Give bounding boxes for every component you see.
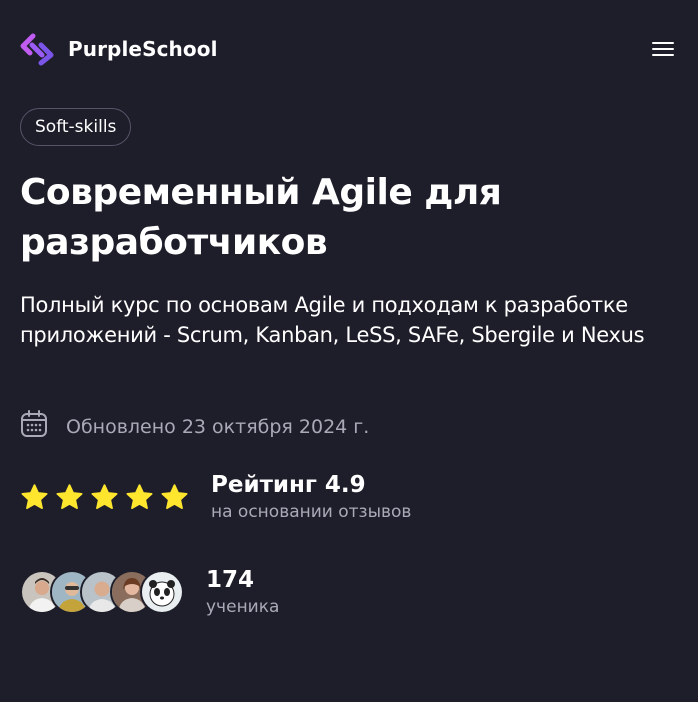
students-block: 174 ученика [20, 565, 279, 619]
purple-school-logo-icon [20, 32, 54, 66]
rating-value: Рейтинг 4.9 [211, 472, 366, 498]
hamburger-menu-icon[interactable] [652, 36, 678, 62]
student-avatars [20, 570, 184, 614]
students-label: ученика [206, 597, 280, 617]
brand-link[interactable]: PurpleSchool [20, 32, 218, 66]
calendar-icon [20, 410, 48, 443]
star-icon [55, 483, 84, 512]
star-icon [125, 483, 154, 512]
brand-name: PurpleSchool [68, 37, 218, 61]
updated-date: Обновлено 23 октября 2024 г. [66, 415, 370, 438]
updated-info: Обновлено 23 октября 2024 г. [20, 410, 369, 443]
rating-text: Рейтинг 4.9 на основании отзывов [211, 470, 411, 524]
star-icon [20, 483, 49, 512]
star-icon [90, 483, 119, 512]
course-subtitle: Полный курс по основам Agile и подходам … [20, 293, 645, 347]
rating-caption: на основании отзывов [211, 502, 412, 522]
rating-stars [20, 483, 189, 512]
category-tag[interactable]: Soft-skills [20, 108, 132, 146]
students-text: 174 ученика [206, 565, 279, 619]
course-page: PurpleSchool Soft-skills Современный Agi… [0, 0, 698, 702]
star-icon [160, 483, 189, 512]
students-count: 174 [206, 567, 255, 593]
rating-block: Рейтинг 4.9 на основании отзывов [20, 470, 411, 524]
course-title: Современный Agile для разработчиков [20, 172, 502, 263]
avatar [140, 570, 184, 614]
header: PurpleSchool [20, 30, 678, 68]
